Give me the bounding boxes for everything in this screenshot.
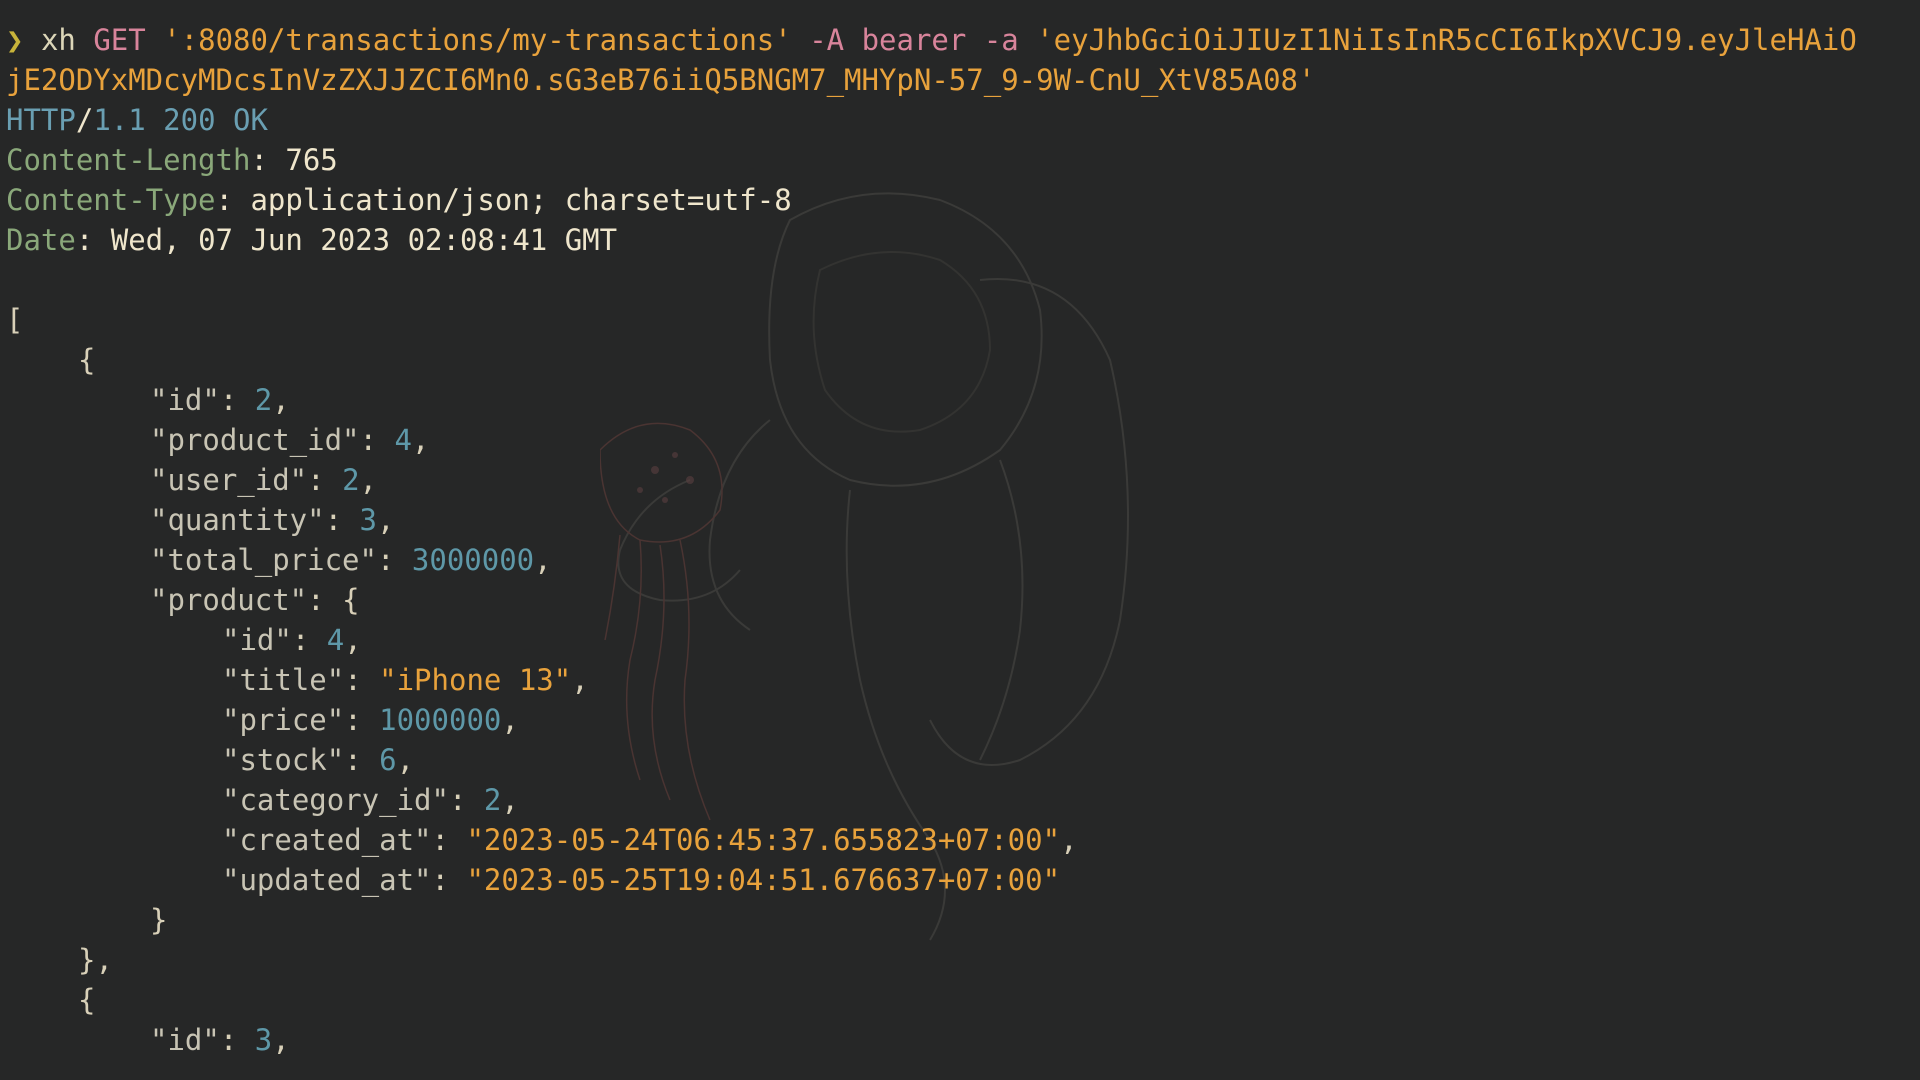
- auth-flag: -a: [983, 23, 1019, 57]
- prompt-chevron-icon: ❯: [6, 23, 24, 57]
- header-value: Wed, 07 Jun 2023 02:08:41 GMT: [110, 223, 618, 257]
- command-method: GET: [93, 23, 146, 57]
- auth-type: bearer: [861, 23, 967, 57]
- json-object-open-2: {: [78, 983, 96, 1017]
- json-field-product-id: "product_id": 4,: [150, 423, 430, 457]
- json-product-created-at: "created_at": "2023-05-24T06:45:37.65582…: [222, 823, 1078, 857]
- header-date: Date: Wed, 07 Jun 2023 02:08:41 GMT: [6, 223, 618, 257]
- json-product-stock: "stock": 6,: [222, 743, 415, 777]
- command-url: ':8080/transactions/my-transactions': [163, 23, 792, 57]
- json-product-title: "title": "iPhone 13",: [222, 663, 589, 697]
- json-product-category-id: "category_id": 2,: [222, 783, 519, 817]
- header-value: 765: [285, 143, 338, 177]
- json-field-id-2: "id": 3,: [150, 1023, 290, 1057]
- json-product-updated-at: "updated_at": "2023-05-25T19:04:51.67663…: [222, 863, 1061, 897]
- header-value: application/json; charset=utf-8: [250, 183, 792, 217]
- header-name: Content-Type: [6, 183, 216, 217]
- command-line[interactable]: ❯ xh GET ':8080/transactions/my-transact…: [6, 20, 1857, 60]
- header-name: Date: [6, 223, 76, 257]
- json-product-price: "price": 1000000,: [222, 703, 519, 737]
- json-field-id: "id": 2,: [150, 383, 290, 417]
- status-proto: HTTP: [6, 103, 76, 137]
- status-slash: /: [75, 103, 94, 137]
- json-product-close: }: [150, 903, 168, 937]
- json-object-open: {: [78, 343, 96, 377]
- header-content-type: Content-Type: application/json; charset=…: [6, 183, 792, 217]
- status-version: 1.1: [93, 103, 146, 137]
- status-text: OK: [233, 103, 268, 137]
- header-content-length: Content-Length: 765: [6, 143, 338, 177]
- status-line: HTTP/1.1 200 OK: [6, 100, 268, 140]
- command-line-wrap[interactable]: jE2ODYxMDcyMDcsInVzZXJJZCI6Mn0.sG3eB76ii…: [6, 60, 1315, 100]
- json-field-total-price: "total_price": 3000000,: [150, 543, 552, 577]
- header-name: Content-Length: [6, 143, 251, 177]
- json-field-product: "product": {: [150, 583, 360, 617]
- json-field-quantity: "quantity": 3,: [150, 503, 395, 537]
- json-object-close: },: [78, 943, 113, 977]
- auth-type-flag: -A: [809, 23, 845, 57]
- status-code: 200: [163, 103, 216, 137]
- token-part-1: 'eyJhbGciOiJIUzI1NiIsInR5cCI6IkpXVCJ9.ey…: [1036, 23, 1857, 57]
- token-part-2: jE2ODYxMDcyMDcsInVzZXJJZCI6Mn0.sG3eB76ii…: [6, 63, 1316, 97]
- json-product-id: "id": 4,: [222, 623, 362, 657]
- json-array-open: [: [6, 303, 24, 337]
- command-program: xh: [40, 23, 76, 57]
- json-field-user-id: "user_id": 2,: [150, 463, 377, 497]
- terminal-window[interactable]: ❯ xh GET ':8080/transactions/my-transact…: [0, 0, 1920, 1080]
